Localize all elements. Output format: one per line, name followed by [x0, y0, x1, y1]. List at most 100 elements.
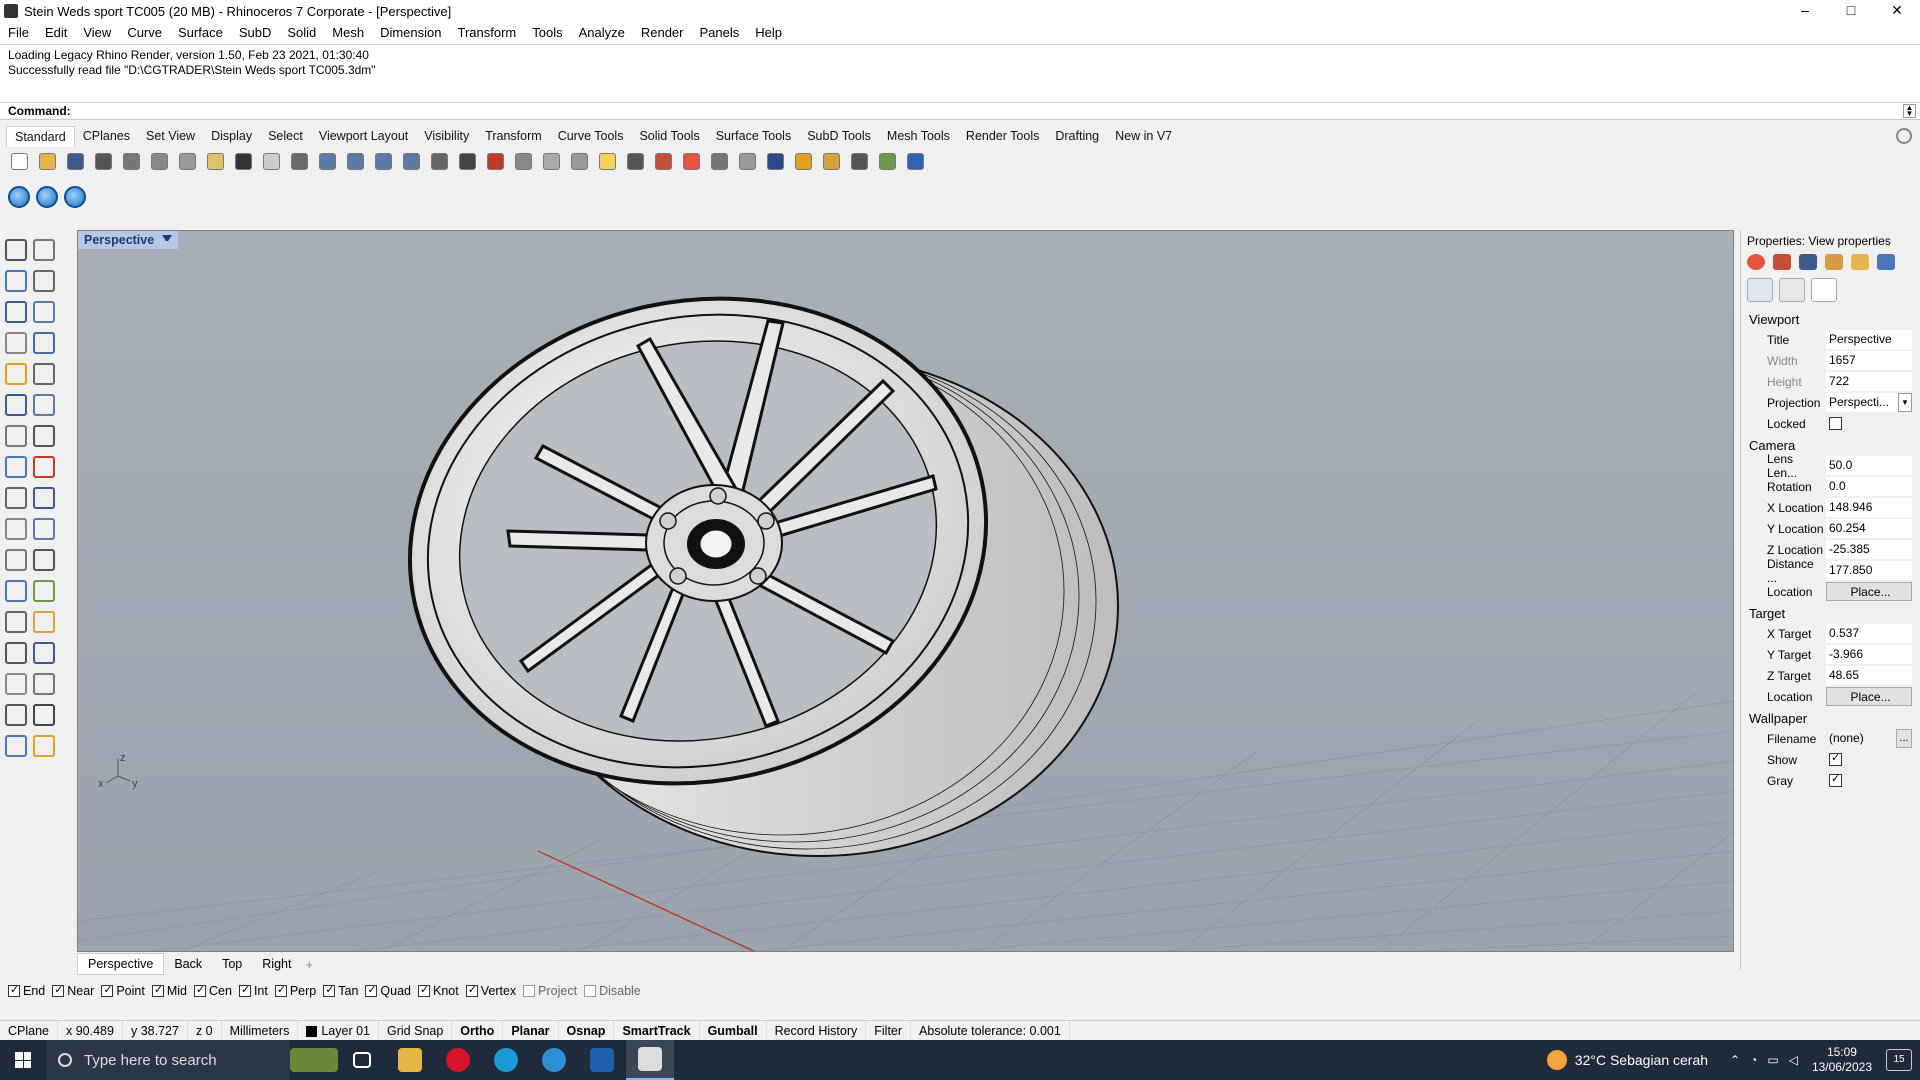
color-wheel-icon[interactable] [678, 149, 704, 173]
left-tool-icon[interactable] [33, 518, 55, 540]
osnap-checkbox[interactable] [584, 985, 597, 997]
prop-xloc-field[interactable]: 148.946 [1826, 498, 1912, 517]
command-history[interactable]: Loading Legacy Rhino Render, version 1.5… [0, 44, 1920, 102]
tab-cplanes[interactable]: CPlanes [75, 126, 138, 146]
folder-icon[interactable] [1851, 254, 1869, 270]
grid-icon[interactable] [510, 149, 536, 173]
osnap-checkbox[interactable] [274, 983, 287, 997]
tab-drafting[interactable]: Drafting [1047, 126, 1107, 146]
prop-rotation-field[interactable]: 0.0 [1826, 477, 1912, 496]
taskbar-opera[interactable] [434, 1040, 482, 1080]
menu-mesh[interactable]: Mesh [324, 22, 372, 44]
menu-render[interactable]: Render [633, 22, 692, 44]
plugin-icon[interactable] [874, 149, 900, 173]
brush-icon[interactable] [1825, 254, 1843, 270]
render-sphere-1-icon[interactable] [8, 186, 30, 208]
osnap-checkbox[interactable] [8, 983, 20, 997]
left-tool-icon[interactable] [33, 239, 55, 261]
add-viewport-tab-icon[interactable]: + [305, 957, 313, 972]
prop-ytarget-field[interactable]: -3.966 [1826, 645, 1912, 664]
menu-solid[interactable]: Solid [279, 22, 324, 44]
left-tool-icon[interactable] [33, 332, 55, 354]
camera-place-button[interactable]: Place... [1826, 582, 1912, 601]
left-tool-icon[interactable] [5, 735, 27, 757]
options-icon[interactable] [818, 149, 844, 173]
left-tool-icon[interactable] [33, 363, 55, 385]
menu-transform[interactable]: Transform [449, 22, 524, 44]
close-button[interactable]: ✕ [1874, 0, 1920, 22]
start-button[interactable] [0, 1040, 46, 1080]
tab-transform[interactable]: Transform [477, 126, 550, 146]
menu-surface[interactable]: Surface [170, 22, 231, 44]
left-tool-icon[interactable] [5, 487, 27, 509]
prop-zloc-field[interactable]: -25.385 [1826, 540, 1912, 559]
render-sphere-icon[interactable] [734, 149, 760, 173]
zoom-extents-icon[interactable] [370, 149, 396, 173]
menu-view[interactable]: View [75, 22, 119, 44]
maximize-button[interactable]: □ [1828, 0, 1874, 22]
save-icon[interactable] [62, 149, 88, 173]
volume-icon[interactable]: ◁ [1789, 1053, 1798, 1067]
paste-icon[interactable] [202, 149, 228, 173]
osnap-project[interactable]: Project [523, 984, 577, 998]
taskbar-photos[interactable] [578, 1040, 626, 1080]
taskbar-app-blue[interactable] [530, 1040, 578, 1080]
left-tool-icon[interactable] [33, 704, 55, 726]
tab-display[interactable]: Display [203, 126, 260, 146]
left-tool-icon[interactable] [5, 518, 27, 540]
osnap-checkbox[interactable] [465, 983, 478, 997]
battery-icon[interactable]: ▭ [1767, 1053, 1778, 1067]
osnap-perp[interactable]: Perp [274, 983, 316, 998]
viewport-tab-right[interactable]: Right [252, 954, 301, 974]
chevron-down-icon[interactable] [162, 235, 173, 245]
left-tool-icon[interactable] [5, 363, 27, 385]
image-icon[interactable] [1877, 254, 1895, 270]
tab-render-tools[interactable]: Render Tools [958, 126, 1047, 146]
prop-locked-checkbox[interactable] [1829, 417, 1842, 430]
target-place-button[interactable]: Place... [1826, 687, 1912, 706]
filter-toggle[interactable]: Filter [866, 1020, 912, 1041]
undo-view-icon[interactable] [426, 149, 452, 173]
chevron-up-icon[interactable]: ⌃ [1730, 1053, 1740, 1067]
osnap-checkbox[interactable] [194, 983, 206, 997]
taskbar-task-view[interactable] [338, 1040, 386, 1080]
taskbar-explorer[interactable] [386, 1040, 434, 1080]
left-tool-icon[interactable] [5, 301, 27, 323]
car-icon[interactable] [482, 149, 508, 173]
prop-lens-field[interactable]: 50.0 [1826, 456, 1912, 475]
copy-icon[interactable] [174, 149, 200, 173]
layer-status[interactable]: Layer 01 [298, 1020, 380, 1041]
rotate-icon[interactable] [286, 149, 312, 173]
osnap-cen[interactable]: Cen [194, 983, 232, 998]
left-tool-icon[interactable] [5, 332, 27, 354]
command-line[interactable]: Command: ▲ ▼ [0, 102, 1920, 120]
zoom-window-icon[interactable] [342, 149, 368, 173]
four-viewports-icon[interactable] [454, 149, 480, 173]
menu-analyze[interactable]: Analyze [571, 22, 633, 44]
layer-icon[interactable] [650, 149, 676, 173]
open-icon[interactable] [34, 149, 60, 173]
weather-widget[interactable]: 32°C Sebagian cerah [1546, 1050, 1708, 1070]
left-tool-icon[interactable] [5, 611, 27, 633]
osnap-checkbox[interactable] [52, 983, 65, 997]
prop-show-checkbox[interactable] [1829, 751, 1842, 766]
smarttrack-toggle[interactable]: SmartTrack [614, 1020, 700, 1041]
camera-icon[interactable] [1747, 278, 1773, 302]
point-icon[interactable] [566, 149, 592, 173]
menu-curve[interactable]: Curve [119, 22, 170, 44]
tab-surface-tools[interactable]: Surface Tools [708, 126, 800, 146]
pan-icon[interactable] [258, 149, 284, 173]
osnap-near[interactable]: Near [52, 983, 94, 998]
osnap-checkbox[interactable] [323, 983, 336, 997]
left-tool-icon[interactable] [5, 673, 27, 695]
clock[interactable]: 15:09 13/06/2023 [1812, 1045, 1872, 1075]
prop-distance-field[interactable]: 177.850 [1826, 561, 1912, 580]
menu-help[interactable]: Help [747, 22, 790, 44]
osnap-checkbox[interactable] [151, 983, 164, 997]
render-icon[interactable] [762, 149, 788, 173]
prop-title-field[interactable]: Perspective [1826, 330, 1912, 349]
left-tool-icon[interactable] [5, 642, 27, 664]
record-history-toggle[interactable]: Record History [767, 1020, 867, 1041]
tab-solid-tools[interactable]: Solid Tools [631, 126, 707, 146]
osnap-int[interactable]: Int [238, 983, 268, 998]
